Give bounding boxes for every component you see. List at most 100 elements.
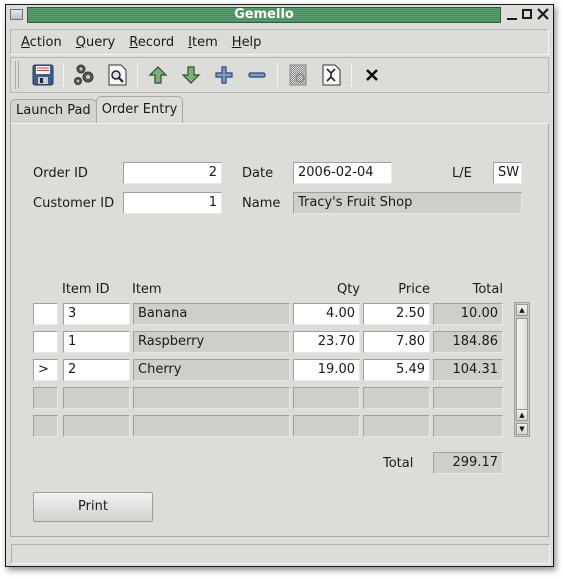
arrow-up-icon	[148, 66, 168, 84]
grand-total-field: 299.17	[433, 452, 503, 474]
properties-document-icon	[322, 64, 341, 86]
price-cell	[363, 387, 430, 409]
toolbar-separator	[351, 63, 352, 87]
toolbar-separator	[137, 63, 138, 87]
item-id-cell[interactable]: 3	[63, 303, 130, 325]
price-cell[interactable]: 7.80	[363, 331, 430, 353]
close-icon	[537, 8, 549, 20]
price-cell[interactable]: 5.49	[363, 359, 430, 381]
item-name-cell: Banana	[133, 303, 290, 325]
window-title: Gemello	[27, 7, 501, 23]
toolbar-grip[interactable]	[15, 61, 19, 89]
price-cell[interactable]: 2.50	[363, 303, 430, 325]
status-bar	[11, 544, 550, 564]
menu-record-label: ecord	[137, 34, 175, 50]
disabled-action-button[interactable]	[284, 61, 312, 89]
save-icon	[32, 64, 54, 86]
execute-button[interactable]	[70, 61, 98, 89]
qty-cell[interactable]: 23.70	[293, 331, 360, 353]
maximize-icon	[522, 9, 532, 19]
qty-cell[interactable]: 19.00	[293, 359, 360, 381]
menu-item[interactable]: Item	[188, 35, 218, 50]
maximize-button[interactable]	[520, 7, 534, 22]
order-entry-panel	[10, 123, 549, 537]
item-id-cell[interactable]: 2	[63, 359, 130, 381]
customer-name-field: Tracy's Fruit Shop	[293, 192, 522, 214]
row-marker[interactable]	[33, 303, 58, 325]
window-menu-icon[interactable]	[10, 9, 23, 20]
date-field[interactable]: 2006-02-04	[293, 162, 392, 184]
lines-scrollbar[interactable]: ▲ ▲ ▼	[514, 302, 530, 437]
tab-launch-pad[interactable]: Launch Pad	[10, 99, 97, 123]
delete-button[interactable]	[243, 61, 271, 89]
qty-cell	[293, 415, 360, 437]
close-x-icon	[366, 69, 378, 81]
scroll-top-button[interactable]: ▲	[516, 304, 528, 316]
menu-bar: Action Query Record Item Help	[10, 29, 549, 55]
scroll-up-button[interactable]: ▲	[516, 409, 528, 421]
line-total-cell: 10.00	[433, 303, 503, 325]
price-cell	[363, 415, 430, 437]
item-id-cell[interactable]: 1	[63, 331, 130, 353]
menu-help-label: elp	[241, 34, 262, 50]
insert-button[interactable]	[210, 61, 238, 89]
item-id-cell	[63, 415, 130, 437]
grand-total-label: Total	[383, 456, 414, 471]
title-bar[interactable]: Gemello	[6, 5, 553, 25]
menu-item-label: tem	[192, 34, 218, 50]
print-button[interactable]: Print	[33, 492, 153, 522]
line-total-cell	[433, 387, 503, 409]
menu-action[interactable]: Action	[21, 35, 62, 50]
menu-query[interactable]: Query	[76, 35, 116, 50]
find-icon	[108, 64, 127, 86]
row-marker-current[interactable]: >	[33, 359, 58, 381]
minus-icon	[248, 72, 266, 78]
line-total-cell: 104.31	[433, 359, 503, 381]
le-field[interactable]: SW	[493, 162, 522, 184]
properties-button[interactable]	[317, 61, 345, 89]
toolbar-separator	[63, 63, 64, 87]
customer-id-label: Customer ID	[33, 196, 115, 211]
toolbar-separator	[277, 63, 278, 87]
row-marker	[33, 387, 58, 409]
item-name-cell	[133, 415, 290, 437]
le-label: L/E	[452, 166, 472, 181]
next-button[interactable]	[177, 61, 205, 89]
item-name-cell	[133, 387, 290, 409]
item-name-cell: Raspberry	[133, 331, 290, 353]
previous-button[interactable]	[144, 61, 172, 89]
application-window: Gemello Action Query Record Item Help La…	[5, 4, 554, 567]
menu-record[interactable]: Record	[129, 35, 174, 50]
qty-cell	[293, 387, 360, 409]
gears-icon	[74, 64, 94, 85]
column-header-qty: Qty	[336, 282, 360, 297]
query-button[interactable]	[103, 61, 131, 89]
minimize-icon	[507, 18, 517, 20]
order-id-field[interactable]: 2	[123, 162, 222, 184]
item-name-cell: Cherry	[133, 359, 290, 381]
arrow-down-icon	[181, 66, 201, 84]
row-marker	[33, 415, 58, 437]
scrollbar-thumb[interactable]	[516, 318, 528, 412]
tab-order-entry[interactable]: Order Entry	[95, 96, 184, 123]
disabled-document-icon	[289, 64, 307, 86]
minimize-button[interactable]	[505, 7, 519, 22]
column-header-price: Price	[398, 282, 430, 297]
date-label: Date	[242, 166, 274, 181]
toolbar	[10, 57, 549, 93]
customer-id-field[interactable]: 1	[123, 192, 222, 214]
tab-bar: Launch Pad Order Entry	[10, 96, 184, 123]
close-form-button[interactable]	[358, 61, 386, 89]
menu-query-label: uery	[85, 34, 116, 50]
close-window-button[interactable]	[536, 7, 550, 22]
line-total-cell: 184.86	[433, 331, 503, 353]
column-header-item-id: Item ID	[62, 282, 110, 297]
column-header-item: Item	[132, 282, 162, 297]
line-total-cell	[433, 415, 503, 437]
menu-help[interactable]: Help	[232, 35, 262, 50]
plus-icon	[215, 66, 233, 84]
row-marker[interactable]	[33, 331, 58, 353]
save-button[interactable]	[29, 61, 57, 89]
scroll-down-button[interactable]: ▼	[516, 423, 528, 435]
qty-cell[interactable]: 4.00	[293, 303, 360, 325]
